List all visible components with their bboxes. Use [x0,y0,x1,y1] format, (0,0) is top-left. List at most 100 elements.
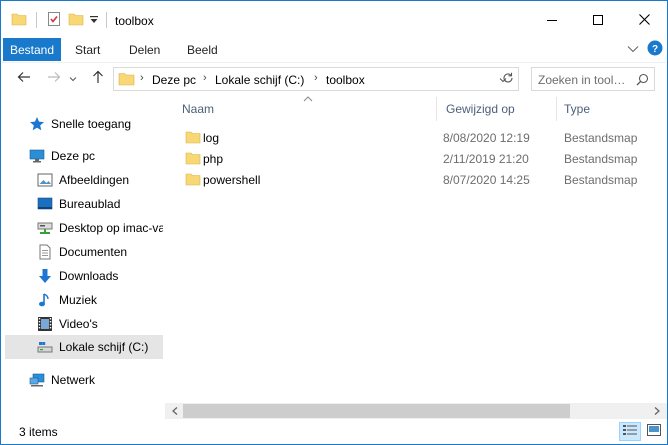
properties-icon[interactable] [46,11,64,27]
nav-desktop[interactable]: Bureaublad [37,192,163,216]
nav-label: Documenten [59,245,128,259]
breadcrumb-this-pc[interactable]: Deze pc [152,73,196,87]
search-icon [636,73,649,89]
pictures-icon [37,172,53,188]
close-button[interactable] [621,1,667,38]
breadcrumb-local-disk[interactable]: Lokale schijf (C:) [215,73,304,87]
network-icon [29,372,45,388]
computer-icon [29,148,45,164]
star-icon [29,116,45,132]
breadcrumb-toolbox[interactable]: toolbox [326,73,365,87]
forward-button[interactable] [45,69,63,87]
nav-music[interactable]: Muziek [37,288,163,312]
desktop-icon [37,196,53,212]
address-bar[interactable]: › Deze pc › Lokale schijf (C:) › toolbox [113,67,519,91]
minimize-button[interactable] [529,1,575,38]
chevron-right-icon: › [314,72,318,84]
chevron-down-icon [69,71,77,85]
arrow-up-icon [92,70,104,87]
file-type: Bestandsmap [564,152,638,166]
nav-videos[interactable]: Video's [37,312,163,336]
network-drive-icon [37,220,53,236]
address-row: › Deze pc › Lokale schijf (C:) › toolbox… [1,62,667,92]
customize-qat-icon[interactable] [89,11,101,27]
column-header-type[interactable]: Type [564,98,664,120]
item-count: 3 items [19,425,58,439]
nav-this-pc[interactable]: Deze pc [29,144,163,168]
tab-file[interactable]: Bestand [3,38,61,61]
chevron-right-icon: › [203,72,207,84]
file-row[interactable]: powershell 8/07/2020 14:25 Bestandsmap [181,169,661,190]
folder-icon [185,150,201,169]
title-separator [106,12,107,28]
tab-share[interactable]: Delen [129,38,160,61]
music-icon [37,292,53,308]
recent-locations-button[interactable] [67,69,79,87]
nav-label: Bureaublad [59,197,121,211]
search-input[interactable]: Zoeken in tool… [538,73,625,87]
nav-network[interactable]: Netwerk [29,368,163,392]
file-list: Naam Gewijzigd op Type log 8/08/2020 12:… [165,94,667,403]
nav-label: Afbeeldingen [59,173,130,187]
column-header-name[interactable]: Naam [182,98,432,120]
up-button[interactable] [89,69,107,87]
file-row[interactable]: log 8/08/2020 12:19 Bestandsmap [181,127,661,148]
chevron-right-icon [654,404,660,418]
horizontal-scrollbar[interactable] [165,403,667,419]
tab-view[interactable]: Beeld [187,38,218,61]
scroll-left-button[interactable] [167,403,183,419]
svg-text:?: ? [652,44,658,55]
new-folder-icon[interactable] [68,11,86,27]
back-button[interactable] [15,69,33,87]
help-icon: ? [647,40,663,59]
drive-icon [37,339,53,355]
nav-label: Downloads [59,269,119,283]
details-view-button[interactable] [619,422,641,441]
file-name: php [203,152,224,166]
nav-label: Muziek [59,293,98,307]
help-button[interactable]: ? [647,40,663,59]
large-icons-view-button[interactable] [643,422,665,441]
downloads-icon [37,268,53,284]
nav-network-desktop[interactable]: Desktop op imac-va [37,216,163,240]
large-icons-view-icon [647,424,661,439]
nav-label: Video's [59,317,98,331]
scroll-right-button[interactable] [649,403,665,419]
tab-home[interactable]: Start [75,38,100,61]
videos-icon [37,316,53,332]
search-box[interactable]: Zoeken in tool… [531,67,655,91]
folder-icon [185,129,201,148]
column-divider[interactable] [436,97,437,121]
close-icon [638,14,650,25]
file-modified: 8/08/2020 12:19 [443,131,530,145]
title-bar: toolbox [1,1,667,38]
nav-label: Deze pc [51,149,96,163]
maximize-button[interactable] [575,1,621,38]
maximize-icon [593,14,603,25]
file-type: Bestandsmap [564,173,638,187]
file-name: powershell [203,173,261,187]
scrollbar-thumb[interactable] [183,404,570,418]
chevron-down-icon [627,42,639,56]
folder-icon [11,11,29,27]
file-modified: 2/11/2019 21:20 [443,152,529,166]
minimize-icon [547,15,557,25]
column-header-modified[interactable]: Gewijzigd op [446,98,556,120]
nav-documents[interactable]: Documenten [37,240,163,264]
refresh-button[interactable] [498,67,519,91]
column-divider[interactable] [556,97,557,121]
chevron-right-icon: › [140,72,144,84]
nav-local-disk[interactable]: Lokale schijf (C:) [5,335,163,359]
title-separator [36,12,37,28]
ribbon-expand-button[interactable] [625,41,641,57]
file-modified: 8/07/2020 14:25 [443,173,530,187]
details-view-icon [623,424,637,439]
nav-pictures[interactable]: Afbeeldingen [37,168,163,192]
folder-icon [185,171,201,190]
chevron-left-icon [172,404,178,418]
nav-label: Desktop op imac-va [59,221,163,235]
nav-quick-access[interactable]: Snelle toegang [29,112,163,136]
file-row[interactable]: php 2/11/2019 21:20 Bestandsmap [181,148,661,169]
window-title: toolbox [115,14,154,28]
nav-downloads[interactable]: Downloads [37,264,163,288]
